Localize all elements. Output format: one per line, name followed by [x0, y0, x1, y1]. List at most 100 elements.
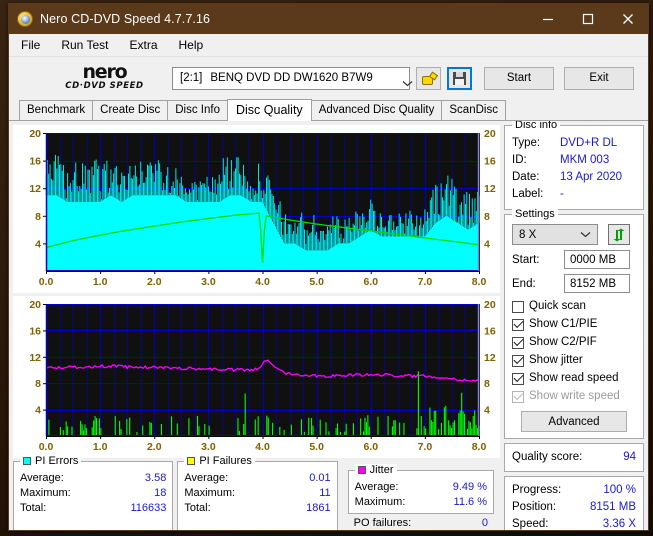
- checkbox-show-jitter-label: Show jitter: [529, 354, 583, 366]
- svg-text:4: 4: [484, 238, 490, 250]
- checkbox-show-write-speed-label: Show write speed: [529, 390, 620, 402]
- menu-file[interactable]: File: [12, 35, 49, 55]
- advanced-button[interactable]: Advanced: [521, 411, 627, 432]
- quality-score-panel: Quality score: 94: [504, 443, 644, 472]
- svg-text:12: 12: [29, 352, 41, 364]
- app-window: Nero CD-DVD Speed 4.7.7.16 File Run Test…: [8, 3, 649, 531]
- pi-errors-total-value: 116633: [130, 502, 167, 514]
- pi-failures-jitter-chart-svg: 4 4 8 8 12 12 16 16 20 20 0.0 1.0 2.0 3.0 4.0 5.0 6.0 7.0…: [13, 296, 500, 458]
- pi-failures-color-swatch: [187, 457, 196, 465]
- menu-run-test[interactable]: Run Test: [52, 35, 117, 55]
- svg-text:7.0: 7.0: [418, 276, 433, 288]
- eject-button[interactable]: [416, 66, 441, 90]
- speed-dropdown[interactable]: 8 X: [512, 224, 598, 245]
- start-button[interactable]: Start: [484, 66, 554, 90]
- checkbox-quick-scan[interactable]: Quick scan: [512, 298, 636, 315]
- pi-errors-chart: 4 4 8 8 12 12 16 16 20 20 0.0 1.0 2.0 3.0 4.0 5.0 6.0 7.0…: [13, 125, 500, 293]
- pi-errors-total-label: Total:: [20, 502, 47, 514]
- pi-errors-average-label: Average:: [20, 472, 64, 484]
- start-input[interactable]: 0000 MB: [564, 250, 630, 269]
- exit-button[interactable]: Exit: [564, 66, 634, 90]
- po-failures-row: PO failures: 0: [348, 514, 494, 530]
- save-button[interactable]: [447, 66, 472, 90]
- tab-disc-quality[interactable]: Disc Quality: [227, 99, 312, 121]
- refresh-icon: [613, 228, 625, 241]
- checkbox-icon: [512, 354, 524, 367]
- checkbox-show-write-speed: Show write speed: [512, 388, 636, 405]
- disc-type-value: DVD+R DL: [560, 137, 618, 149]
- svg-text:4: 4: [484, 405, 490, 417]
- jitter-maximum-label: Maximum:: [354, 496, 406, 508]
- legend-pi-failures-caption: PI Failures: [184, 455, 255, 467]
- checkbox-show-c2-pif[interactable]: Show C2/PIF: [512, 334, 636, 351]
- tab-advanced-disc-quality[interactable]: Advanced Disc Quality: [310, 100, 443, 120]
- pi-errors-maximum-value: 18: [154, 487, 167, 499]
- close-button[interactable]: [608, 4, 648, 34]
- maximize-button[interactable]: [568, 4, 608, 34]
- svg-text:5.0: 5.0: [309, 441, 324, 453]
- svg-text:8.0: 8.0: [472, 441, 487, 453]
- disc-label-label: Label:: [512, 188, 544, 200]
- svg-text:20: 20: [484, 299, 496, 311]
- svg-text:16: 16: [29, 325, 41, 337]
- checkbox-quick-scan-label: Quick scan: [529, 300, 586, 312]
- svg-text:3.0: 3.0: [201, 276, 216, 288]
- legend-pi-errors: PI Errors Average: 3.58 Maximum: 18 Tota…: [13, 455, 174, 530]
- jitter-maximum-value: 11.6 %: [453, 496, 487, 508]
- checkbox-icon: [512, 318, 524, 331]
- pi-errors-maximum-row: Maximum: 18: [20, 486, 166, 501]
- svg-text:8: 8: [484, 378, 490, 390]
- svg-text:1.0: 1.0: [93, 276, 108, 288]
- refresh-button[interactable]: [608, 224, 630, 245]
- tab-disc-info[interactable]: Disc Info: [167, 100, 228, 120]
- svg-text:8.0: 8.0: [472, 276, 487, 288]
- svg-text:16: 16: [484, 325, 496, 337]
- minimize-button[interactable]: [528, 4, 568, 34]
- disc-label-row: Label: -: [512, 186, 636, 203]
- jitter-average-value: 9.49 %: [452, 481, 487, 493]
- menu-help[interactable]: Help: [170, 35, 213, 55]
- disc-date-value: 13 Apr 2020: [560, 171, 623, 183]
- legend-jitter-title: Jitter: [369, 464, 394, 476]
- speed-label: Speed:: [512, 518, 549, 530]
- disc-type-row: Type: DVD+R DL: [512, 135, 636, 152]
- chevron-down-icon: [580, 229, 591, 241]
- quality-score-row: Quality score: 94: [512, 449, 636, 466]
- tab-create-disc[interactable]: Create Disc: [92, 100, 169, 120]
- svg-text:16: 16: [29, 156, 41, 168]
- legend-jitter-caption: Jitter: [354, 464, 397, 476]
- settings-caption: Settings: [512, 208, 558, 220]
- jitter-average-label: Average:: [354, 481, 399, 493]
- pi-failures-maximum-label: Maximum:: [184, 487, 236, 499]
- drive-selector-dropdown[interactable]: [2:1] BENQ DVD DD DW1620 B7W9: [172, 66, 413, 90]
- pi-failures-jitter-chart: 4 4 8 8 12 12 16 16 20 20 0.0 1.0 2.0 3.0 4.0 5.0 6.0 7.0…: [13, 296, 500, 458]
- svg-text:0.0: 0.0: [39, 441, 54, 453]
- logo-line-nero: nero: [82, 61, 127, 83]
- checkbox-icon: [512, 300, 524, 313]
- checkbox-show-read-speed[interactable]: Show read speed: [512, 370, 636, 387]
- svg-text:4.0: 4.0: [255, 276, 270, 288]
- svg-text:8: 8: [35, 211, 41, 223]
- disc-date-label: Date:: [512, 171, 540, 183]
- end-input[interactable]: 8152 MB: [564, 274, 630, 293]
- end-label: End:: [512, 277, 536, 290]
- checkbox-show-jitter[interactable]: Show jitter: [512, 352, 636, 369]
- position-label: Position:: [512, 501, 557, 513]
- toolbar: nero CD·DVD SPEED [2:1] BENQ DVD DD DW16…: [9, 57, 648, 99]
- speed-value: 8 X: [519, 228, 537, 241]
- menu-extra[interactable]: Extra: [120, 35, 166, 55]
- jitter-maximum-row: Maximum: 11.6 %: [355, 495, 487, 510]
- charts-column: 4 4 8 8 12 12 16 16 20 20 0.0 1.0 2.0 3.0 4.0 5.0 6.0 7.0…: [13, 125, 500, 530]
- pi-failures-total-value: 1861: [306, 502, 331, 514]
- drive-index: [2:1]: [180, 72, 203, 84]
- checkbox-show-read-speed-label: Show read speed: [529, 372, 619, 384]
- pi-failures-total-row: Total: 1861: [184, 501, 330, 516]
- pi-errors-total-row: Total: 116633: [20, 501, 166, 516]
- checkbox-show-c1-pie-label: Show C1/PIE: [529, 318, 598, 330]
- checkbox-show-c1-pie[interactable]: Show C1/PIE: [512, 316, 636, 333]
- disc-label-value: -: [560, 188, 564, 200]
- quality-score-label: Quality score:: [512, 451, 583, 463]
- tab-scandisc[interactable]: ScanDisc: [441, 100, 506, 120]
- tab-benchmark[interactable]: Benchmark: [19, 100, 94, 120]
- svg-text:8: 8: [35, 378, 41, 390]
